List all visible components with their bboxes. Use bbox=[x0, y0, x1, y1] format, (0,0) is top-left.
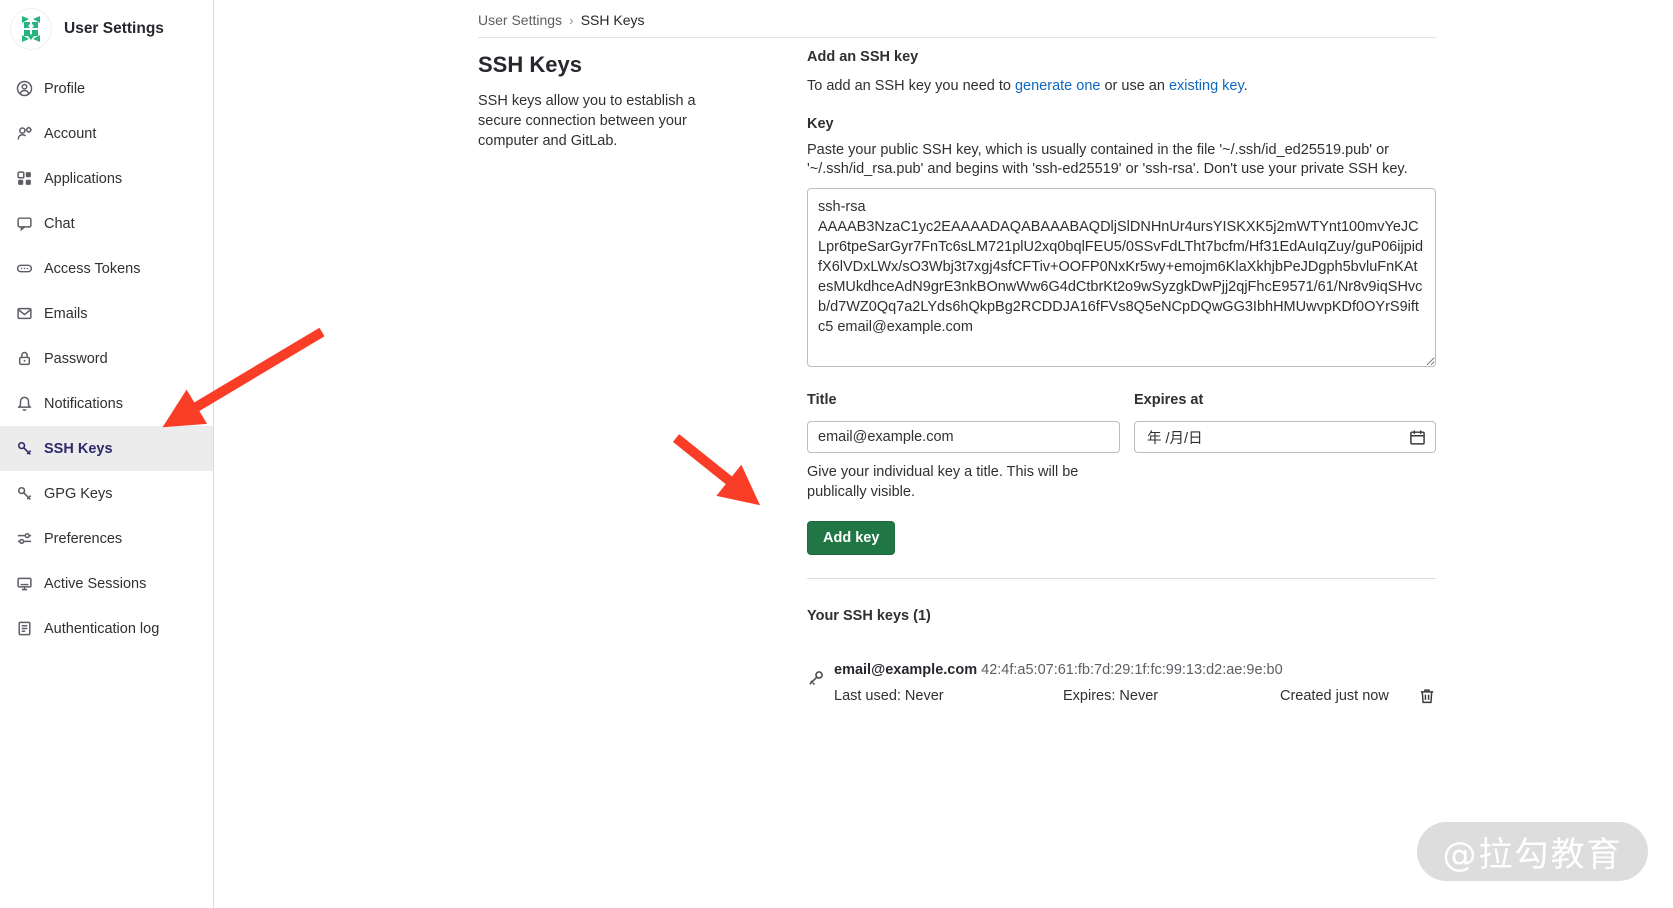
sidebar-item-label: Emails bbox=[44, 306, 88, 322]
main-content: User Settings › SSH Keys SSH Keys SSH ke… bbox=[214, 0, 1673, 908]
sidebar-item-label: Applications bbox=[44, 171, 122, 187]
generate-one-link[interactable]: generate one bbox=[1015, 78, 1100, 94]
user-avatar[interactable] bbox=[10, 8, 52, 50]
sidebar-item-label: GPG Keys bbox=[44, 486, 113, 502]
ssh-key-textarea[interactable]: ssh-rsa AAAAB3NzaC1yc2EAAAADAQABAAABAQDl… bbox=[807, 188, 1436, 367]
sidebar-item-access-tokens[interactable]: Access Tokens bbox=[0, 246, 213, 291]
sidebar-item-label: Preferences bbox=[44, 531, 122, 547]
profile-icon bbox=[16, 80, 33, 97]
sidebar-item-emails[interactable]: Emails bbox=[0, 291, 213, 336]
sidebar-item-label: Profile bbox=[44, 81, 85, 97]
key-icon bbox=[807, 669, 825, 687]
authentication-log-icon bbox=[16, 620, 33, 637]
sidebar-item-label: SSH Keys bbox=[44, 441, 113, 457]
key-entry-main: email@example.com 42:4f:a5:07:61:fb:7d:2… bbox=[834, 660, 1436, 680]
chat-icon bbox=[16, 215, 33, 232]
breadcrumb-user-settings[interactable]: User Settings bbox=[478, 12, 562, 28]
your-ssh-keys-heading: Your SSH keys (1) bbox=[807, 608, 1436, 624]
title-field-group: Title Give your individual key a title. … bbox=[807, 392, 1120, 502]
sidebar-item-applications[interactable]: Applications bbox=[0, 156, 213, 201]
sidebar-item-label: Chat bbox=[44, 216, 75, 232]
sidebar-item-label: Authentication log bbox=[44, 621, 159, 637]
sidebar-nav: Profile Account Applications Chat Access… bbox=[0, 66, 213, 651]
sidebar-item-label: Notifications bbox=[44, 396, 123, 412]
key-last-used: Last used: Never bbox=[834, 686, 1063, 706]
title-field-label: Title bbox=[807, 392, 1120, 408]
title-input[interactable] bbox=[807, 421, 1120, 453]
page-intro-column: SSH Keys SSH keys allow you to establish… bbox=[478, 38, 743, 706]
add-key-button[interactable]: Add key bbox=[807, 521, 895, 555]
title-field-help: Give your individual key a title. This w… bbox=[807, 462, 1082, 502]
active-sessions-icon bbox=[16, 575, 33, 592]
existing-key-link[interactable]: existing key bbox=[1169, 78, 1244, 94]
key-created: Created just now bbox=[1280, 686, 1418, 706]
sidebar-item-active-sessions[interactable]: Active Sessions bbox=[0, 561, 213, 606]
page-description: SSH keys allow you to establish a secure… bbox=[478, 91, 743, 151]
add-ssh-key-heading: Add an SSH key bbox=[807, 49, 1436, 65]
sidebar-item-authentication-log[interactable]: Authentication log bbox=[0, 606, 213, 651]
sidebar-item-notifications[interactable]: Notifications bbox=[0, 381, 213, 426]
key-fingerprint: 42:4f:a5:07:61:fb:7d:29:1f:fc:99:13:d2:a… bbox=[981, 662, 1283, 678]
key-title: email@example.com bbox=[834, 662, 977, 678]
preferences-icon bbox=[16, 530, 33, 547]
access-tokens-icon bbox=[16, 260, 33, 277]
settings-sidebar: User Settings Profile Account Applicatio… bbox=[0, 0, 214, 908]
sidebar-item-gpg-keys[interactable]: GPG Keys bbox=[0, 471, 213, 516]
account-icon bbox=[16, 125, 33, 142]
key-expires: Expires: Never bbox=[1063, 686, 1280, 706]
date-placeholder: 年 /月/日 bbox=[1147, 427, 1203, 448]
instruction-text: . bbox=[1244, 78, 1248, 94]
sidebar-item-label: Access Tokens bbox=[44, 261, 140, 277]
sidebar-item-account[interactable]: Account bbox=[0, 111, 213, 156]
ssh-keys-icon bbox=[16, 440, 33, 457]
key-field-help: Paste your public SSH key, which is usua… bbox=[807, 141, 1436, 179]
sidebar-item-label: Password bbox=[44, 351, 108, 367]
sidebar-item-password[interactable]: Password bbox=[0, 336, 213, 381]
password-icon bbox=[16, 350, 33, 367]
add-key-form-column: Add an SSH key To add an SSH key you nee… bbox=[807, 38, 1436, 706]
breadcrumb-separator-icon: › bbox=[569, 12, 574, 28]
key-entry-meta: Last used: Never Expires: Never Created … bbox=[834, 686, 1436, 706]
breadcrumb-ssh-keys: SSH Keys bbox=[581, 12, 645, 28]
sidebar-item-ssh-keys[interactable]: SSH Keys bbox=[0, 426, 213, 471]
sidebar-item-chat[interactable]: Chat bbox=[0, 201, 213, 246]
page-title: SSH Keys bbox=[478, 52, 743, 78]
sidebar-header: User Settings bbox=[0, 0, 213, 58]
add-key-instructions: To add an SSH key you need to generate o… bbox=[807, 77, 1436, 96]
keys-section-divider bbox=[807, 578, 1436, 579]
gpg-keys-icon bbox=[16, 485, 33, 502]
instruction-text: To add an SSH key you need to bbox=[807, 78, 1015, 94]
emails-icon bbox=[16, 305, 33, 322]
expires-date-input[interactable]: 年 /月/日 bbox=[1134, 421, 1436, 453]
sidebar-item-label: Account bbox=[44, 126, 96, 142]
page-root: { "colors": { "accent_green": "#217645",… bbox=[0, 0, 1673, 908]
sidebar-item-label: Active Sessions bbox=[44, 576, 146, 592]
sidebar-title: User Settings bbox=[64, 20, 164, 38]
expires-field-label: Expires at bbox=[1134, 392, 1436, 408]
sidebar-item-preferences[interactable]: Preferences bbox=[0, 516, 213, 561]
sidebar-item-profile[interactable]: Profile bbox=[0, 66, 213, 111]
watermark: @拉勾教育 bbox=[1417, 822, 1648, 881]
calendar-icon[interactable] bbox=[1409, 429, 1426, 446]
ssh-key-list-item: email@example.com 42:4f:a5:07:61:fb:7d:2… bbox=[807, 660, 1436, 706]
applications-icon bbox=[16, 170, 33, 187]
key-field-label: Key bbox=[807, 116, 1436, 132]
breadcrumb: User Settings › SSH Keys bbox=[478, 0, 1436, 28]
instruction-text: or use an bbox=[1100, 78, 1169, 94]
delete-key-button[interactable] bbox=[1418, 687, 1436, 705]
notifications-icon bbox=[16, 395, 33, 412]
expires-field-group: Expires at 年 /月/日 bbox=[1134, 392, 1436, 502]
